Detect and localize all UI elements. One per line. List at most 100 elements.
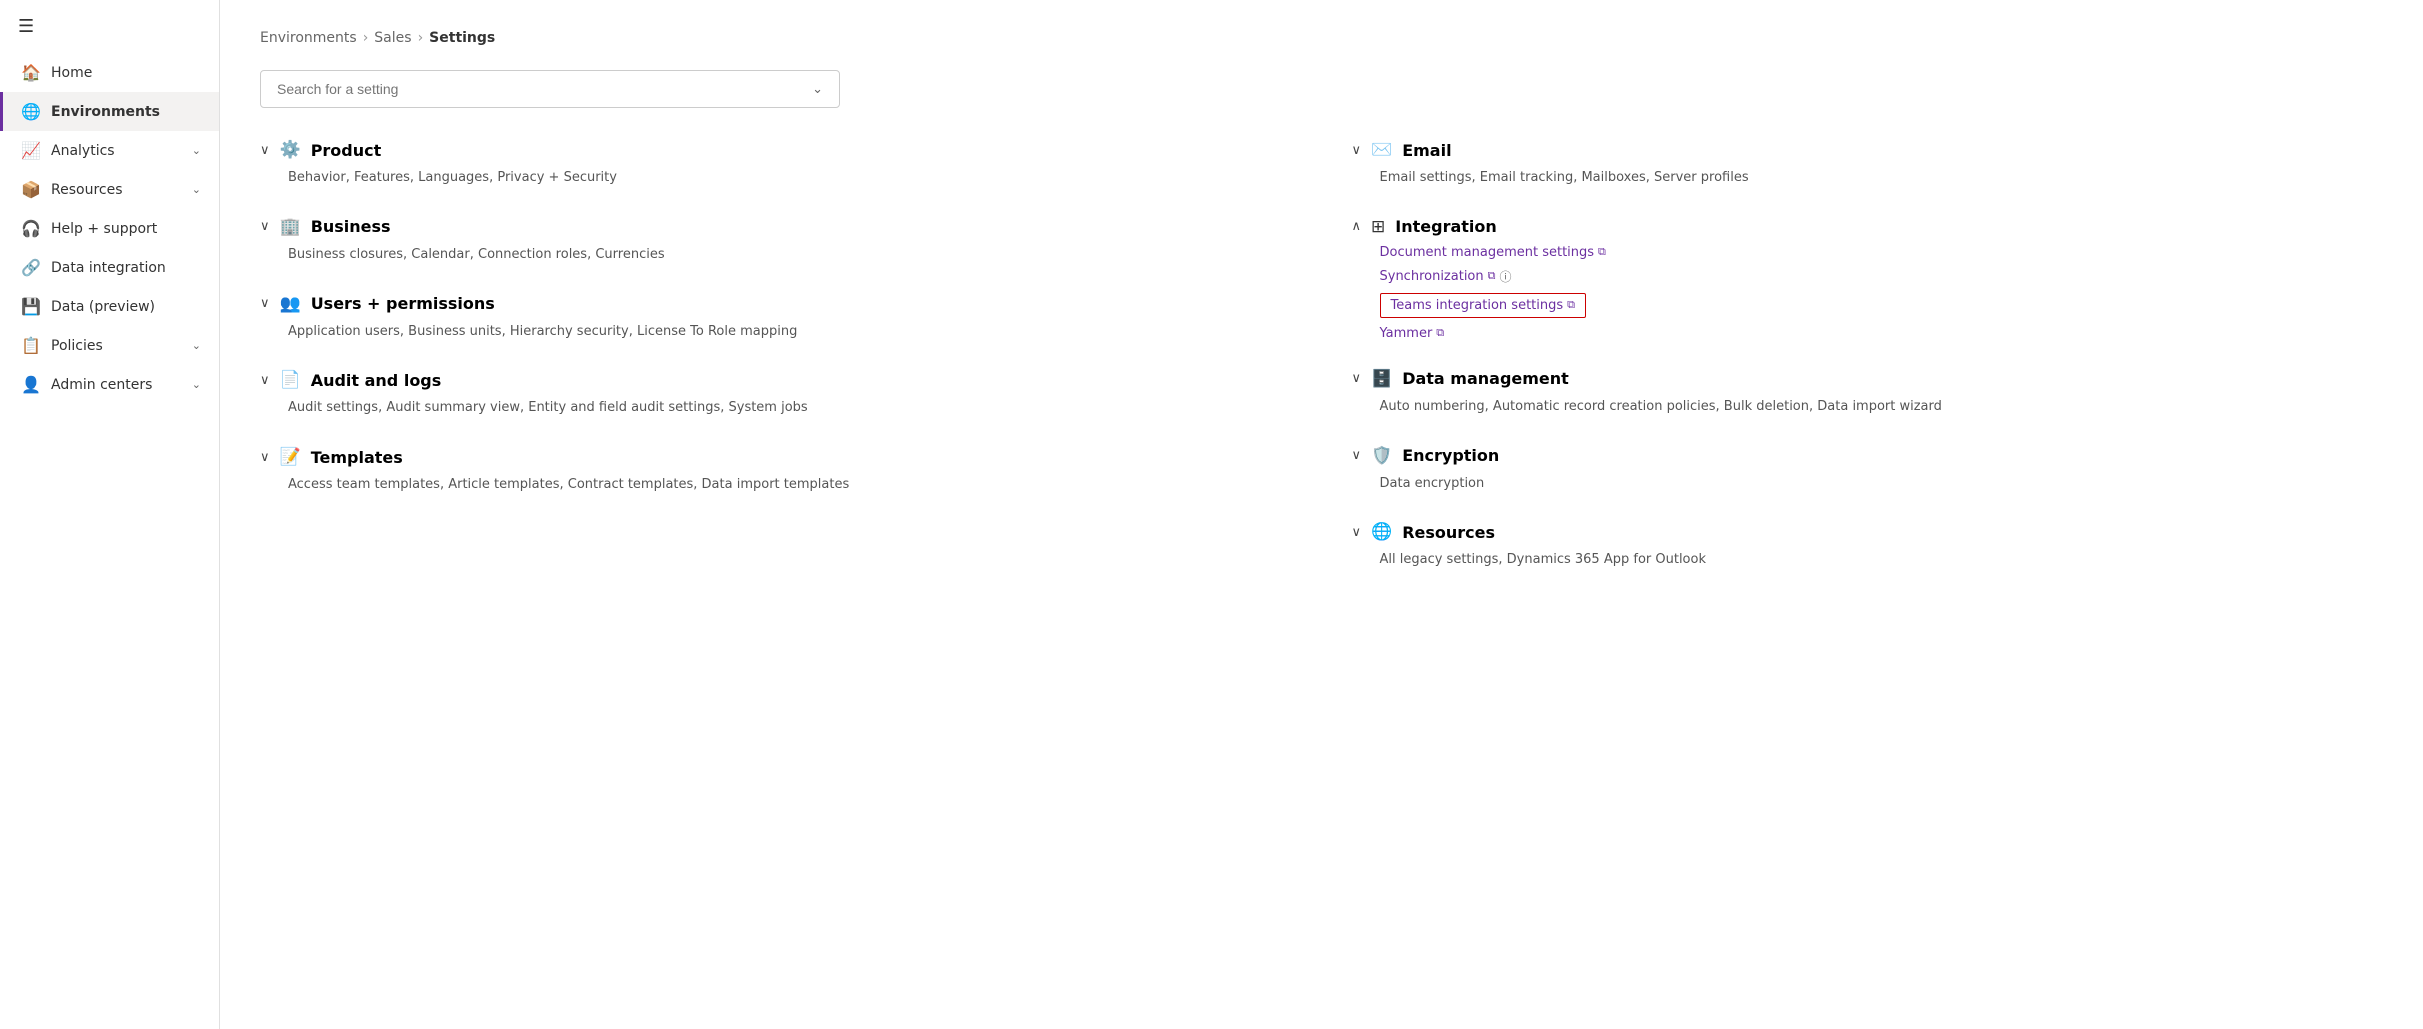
product-body: Behavior, Features, Languages, Privacy +… [260, 168, 1292, 189]
section-audit-logs: ∨ 📄 Audit and logs Audit settings, Audit… [260, 370, 1292, 419]
sidebar-item-resources[interactable]: 📦 Resources ⌄ [0, 170, 219, 209]
breadcrumb-sep-1: › [363, 30, 369, 46]
breadcrumb: Environments › Sales › Settings [260, 30, 2383, 46]
resources-icon: 📦 [21, 180, 41, 199]
home-label: Home [51, 65, 201, 81]
analytics-icon: 📈 [21, 141, 41, 160]
section-business: ∨ 🏢 Business Business closures, Calendar… [260, 217, 1292, 266]
external-link-icon: ⧉ [1598, 245, 1606, 259]
section-resources: ∨ 🌐 Resources All legacy settings, Dynam… [1352, 522, 2384, 571]
section-header-users-permissions[interactable]: ∨ 👥 Users + permissions [260, 294, 1292, 314]
data-preview-label: Data (preview) [51, 299, 201, 315]
encryption-chevron-icon[interactable]: ∨ [1352, 448, 1362, 463]
section-header-product[interactable]: ∨ ⚙️ Product [260, 140, 1292, 160]
resources-title: Resources [1402, 523, 1495, 542]
audit-logs-chevron-icon[interactable]: ∨ [260, 373, 270, 388]
analytics-chevron-icon: ⌄ [192, 144, 201, 157]
section-encryption: ∨ 🛡️ Encryption Data encryption [1352, 446, 2384, 495]
policies-icon: 📋 [21, 336, 41, 355]
integration-link-synchronization[interactable]: Synchronization ⧉ ⓘ [1380, 268, 2384, 285]
users-permissions-icon: 👥 [280, 294, 301, 314]
section-data-management: ∨ 🗄️ Data management Auto numbering, Aut… [1352, 369, 2384, 418]
business-body: Business closures, Calendar, Connection … [260, 245, 1292, 266]
sidebar-item-environments[interactable]: 🌐 Environments [0, 92, 219, 131]
business-chevron-icon[interactable]: ∨ [260, 219, 270, 234]
data-management-title: Data management [1402, 369, 1569, 388]
external-link-icon: ⧉ [1567, 298, 1575, 312]
templates-chevron-icon[interactable]: ∨ [260, 450, 270, 465]
info-icon: ⓘ [1500, 268, 1512, 285]
sidebar: ☰ 🏠 Home 🌐 Environments 📈 Analytics ⌄ 📦 … [0, 0, 220, 1029]
sidebar-item-analytics[interactable]: 📈 Analytics ⌄ [0, 131, 219, 170]
breadcrumb-sales[interactable]: Sales [374, 30, 411, 46]
resources-chevron-icon: ⌄ [192, 183, 201, 196]
data-management-icon: 🗄️ [1371, 369, 1392, 389]
search-bar[interactable]: ⌄ [260, 70, 840, 108]
home-icon: 🏠 [21, 63, 41, 82]
admin-centers-label: Admin centers [51, 377, 182, 393]
policies-chevron-icon: ⌄ [192, 339, 201, 352]
sidebar-item-help-support[interactable]: 🎧 Help + support [0, 209, 219, 248]
templates-body: Access team templates, Article templates… [260, 475, 1292, 496]
integration-title: Integration [1395, 217, 1497, 236]
integration-links: Document management settings ⧉ Synchroni… [1352, 245, 2384, 341]
business-title: Business [311, 217, 391, 236]
section-header-data-management[interactable]: ∨ 🗄️ Data management [1352, 369, 2384, 389]
environments-icon: 🌐 [21, 102, 41, 121]
templates-title: Templates [311, 448, 403, 467]
sidebar-item-home[interactable]: 🏠 Home [0, 53, 219, 92]
product-title: Product [311, 141, 382, 160]
audit-logs-body: Audit settings, Audit summary view, Enti… [260, 398, 1292, 419]
section-email: ∨ ✉️ Email Email settings, Email trackin… [1352, 140, 2384, 189]
integration-link-yammer[interactable]: Yammer ⧉ [1380, 326, 2384, 341]
environments-label: Environments [51, 104, 201, 120]
resources-label: Resources [51, 182, 182, 198]
encryption-body: Data encryption [1352, 474, 2384, 495]
section-header-resources[interactable]: ∨ 🌐 Resources [1352, 522, 2384, 542]
email-body: Email settings, Email tracking, Mailboxe… [1352, 168, 2384, 189]
product-chevron-icon[interactable]: ∨ [260, 143, 270, 158]
data-management-body: Auto numbering, Automatic record creatio… [1352, 397, 2384, 418]
resources-chevron-icon[interactable]: ∨ [1352, 525, 1362, 540]
help-support-icon: 🎧 [21, 219, 41, 238]
encryption-icon: 🛡️ [1371, 446, 1392, 466]
audit-logs-icon: 📄 [280, 370, 301, 390]
help-support-label: Help + support [51, 221, 201, 237]
hamburger-menu[interactable]: ☰ [0, 0, 219, 53]
email-chevron-icon[interactable]: ∨ [1352, 143, 1362, 158]
email-icon: ✉️ [1371, 140, 1392, 160]
admin-centers-chevron-icon: ⌄ [192, 378, 201, 391]
sidebar-item-admin-centers[interactable]: 👤 Admin centers ⌄ [0, 365, 219, 404]
section-header-email[interactable]: ∨ ✉️ Email [1352, 140, 2384, 160]
breadcrumb-environments[interactable]: Environments [260, 30, 357, 46]
email-title: Email [1402, 141, 1451, 160]
data-integration-icon: 🔗 [21, 258, 41, 277]
product-icon: ⚙️ [280, 140, 301, 160]
right-column: ∨ ✉️ Email Email settings, Email trackin… [1352, 140, 2384, 599]
data-management-chevron-icon[interactable]: ∨ [1352, 371, 1362, 386]
section-templates: ∨ 📝 Templates Access team templates, Art… [260, 447, 1292, 496]
sidebar-item-data-preview[interactable]: 💾 Data (preview) [0, 287, 219, 326]
resources-body: All legacy settings, Dynamics 365 App fo… [1352, 550, 2384, 571]
section-header-audit-logs[interactable]: ∨ 📄 Audit and logs [260, 370, 1292, 390]
section-header-templates[interactable]: ∨ 📝 Templates [260, 447, 1292, 467]
section-header-encryption[interactable]: ∨ 🛡️ Encryption [1352, 446, 2384, 466]
section-header-integration[interactable]: ∧ ⊞ Integration [1352, 217, 2384, 237]
sidebar-item-policies[interactable]: 📋 Policies ⌄ [0, 326, 219, 365]
integration-chevron-icon[interactable]: ∧ [1352, 219, 1362, 234]
external-link-icon: ⧉ [1488, 269, 1496, 283]
audit-logs-title: Audit and logs [311, 371, 442, 390]
integration-link-document-management-settings[interactable]: Document management settings ⧉ [1380, 245, 2384, 260]
business-icon: 🏢 [280, 217, 301, 237]
sidebar-item-data-integration[interactable]: 🔗 Data integration [0, 248, 219, 287]
users-permissions-chevron-icon[interactable]: ∨ [260, 296, 270, 311]
resources-icon: 🌐 [1371, 522, 1392, 542]
integration-link-teams-integration-settings[interactable]: Teams integration settings ⧉ [1380, 293, 1587, 318]
section-header-business[interactable]: ∨ 🏢 Business [260, 217, 1292, 237]
search-chevron-icon: ⌄ [812, 82, 823, 97]
users-permissions-body: Application users, Business units, Hiera… [260, 322, 1292, 343]
data-integration-label: Data integration [51, 260, 201, 276]
integration-icon: ⊞ [1371, 217, 1385, 237]
search-input[interactable] [277, 81, 812, 97]
breadcrumb-sep-2: › [418, 30, 424, 46]
